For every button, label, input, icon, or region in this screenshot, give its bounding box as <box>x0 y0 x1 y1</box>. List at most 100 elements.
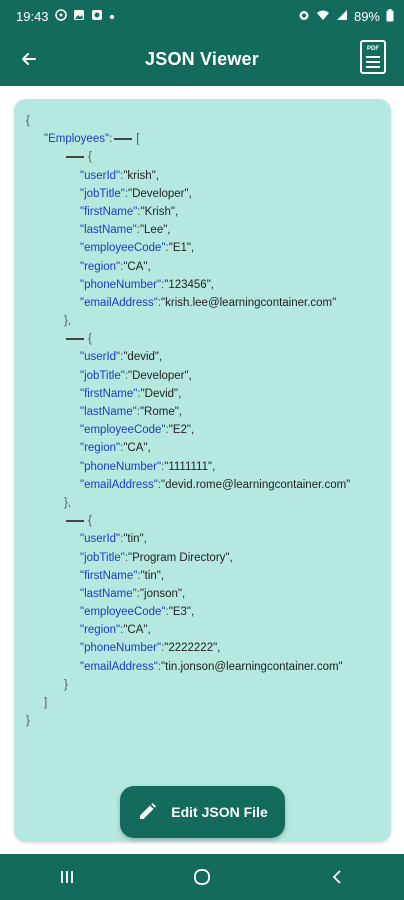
json-key: "firstName" <box>80 569 138 582</box>
status-bar: 19:43 89% <box>0 0 404 32</box>
json-value: "CA", <box>123 442 151 455</box>
json-value: "CA", <box>123 624 151 637</box>
json-field: "lastName":"jonson", <box>80 587 186 600</box>
collapse-toggle-icon[interactable] <box>66 520 84 523</box>
json-field: "region":"CA", <box>80 442 151 455</box>
collapse-toggle-icon[interactable] <box>66 156 84 159</box>
media-icon <box>91 9 103 23</box>
json-object-close: }, <box>64 315 72 328</box>
json-value: "Developer", <box>128 369 192 382</box>
json-key: "jobTitle" <box>80 551 125 564</box>
json-key: "emailAddress" <box>80 296 158 309</box>
json-field: "userId":"devid", <box>80 351 163 364</box>
json-value: "krish", <box>123 169 159 182</box>
gallery-icon <box>73 9 85 23</box>
export-pdf-button[interactable]: PDF <box>360 40 386 74</box>
json-field: "emailAddress":"krish.lee@learningcontai… <box>80 296 337 309</box>
json-value: "E2", <box>168 424 195 437</box>
json-field: "phoneNumber":"123456", <box>80 278 214 291</box>
json-viewer: { "Employees":[ {"userId":"krish", "jobTi… <box>26 112 350 730</box>
alarm-icon <box>298 9 310 23</box>
json-root-key-line: "Employees":[ <box>44 133 140 146</box>
json-root-key: "Employees" <box>44 133 110 146</box>
json-value: "Krish", <box>140 205 179 218</box>
employees-array: {"userId":"krish", "jobTitle":"Developer"… <box>26 148 350 694</box>
json-field: "region":"CA", <box>80 624 151 637</box>
json-field: "emailAddress":"devid.rome@learningconta… <box>80 478 351 491</box>
json-field: "firstName":"Krish", <box>80 205 179 218</box>
json-array-close: ] <box>44 697 48 709</box>
json-key: "phoneNumber" <box>80 642 162 655</box>
json-field: "firstName":"Devid", <box>80 387 182 400</box>
json-key: "firstName" <box>80 205 138 218</box>
json-field: "phoneNumber":"1111111", <box>80 460 216 473</box>
json-field: "emailAddress":"tin.jonson@learningconta… <box>80 660 343 673</box>
json-value: "2222222", <box>164 642 221 655</box>
json-key: "userId" <box>80 351 121 364</box>
wifi-icon <box>316 9 330 23</box>
json-key: "region" <box>80 260 121 273</box>
json-field: "jobTitle":"Program Directory", <box>80 551 233 564</box>
json-key: "employeeCode" <box>80 606 166 619</box>
edit-json-button-label: Edit JSON File <box>171 804 268 820</box>
json-value: "tin.jonson@learningcontainer.com" <box>161 660 343 673</box>
home-button[interactable] <box>182 857 222 897</box>
status-left: 19:43 <box>16 9 115 24</box>
pencil-icon <box>140 803 157 819</box>
json-object-open: { <box>26 512 350 530</box>
pdf-icon-line <box>366 56 380 58</box>
json-key: "phoneNumber" <box>80 278 162 291</box>
json-value: "Lee", <box>139 224 171 237</box>
json-field: "employeeCode":"E1", <box>80 242 195 255</box>
json-value: "Devid", <box>140 387 182 400</box>
battery-icon <box>386 8 394 24</box>
json-key: "emailAddress" <box>80 660 158 673</box>
json-open-brace: { <box>26 115 30 127</box>
nav-back-button[interactable] <box>317 857 357 897</box>
json-field: "jobTitle":"Developer", <box>80 369 192 382</box>
json-key: "jobTitle" <box>80 187 125 200</box>
status-right: 89% <box>298 8 394 24</box>
json-value: "E3", <box>168 606 195 619</box>
collapse-toggle-icon[interactable] <box>114 138 133 141</box>
json-key: "employeeCode" <box>80 424 166 437</box>
json-object-close: }, <box>64 496 72 509</box>
json-field: "lastName":"Rome", <box>80 406 182 418</box>
json-value: "jonson", <box>139 587 186 600</box>
pdf-icon-label: PDF <box>367 46 379 52</box>
json-close-brace: } <box>26 715 30 728</box>
json-key: "lastName" <box>80 406 137 418</box>
whatsapp-icon <box>54 9 67 23</box>
json-key: "employeeCode" <box>80 242 166 255</box>
app-bar: JSON Viewer PDF <box>0 32 404 86</box>
json-key: "lastName" <box>80 587 137 600</box>
json-key: "lastName" <box>80 224 137 237</box>
page-title: JSON Viewer <box>145 48 259 69</box>
nav-back-icon <box>332 870 341 884</box>
battery-percent: 89% <box>353 8 380 24</box>
json-value: "E1", <box>168 242 195 255</box>
json-field: "lastName":"Lee", <box>80 224 171 237</box>
json-field: "employeeCode":"E2", <box>80 424 195 437</box>
json-value: "tin", <box>140 569 165 582</box>
json-key: "userId" <box>80 533 121 546</box>
home-icon <box>194 869 210 885</box>
collapse-toggle-icon[interactable] <box>66 338 84 341</box>
json-object-close: } <box>64 678 68 691</box>
notification-dot-icon <box>109 10 115 22</box>
json-field: "jobTitle":"Developer", <box>80 187 192 200</box>
signal-icon <box>336 9 348 23</box>
json-key: "region" <box>80 442 121 455</box>
json-field: "region":"CA", <box>80 260 151 273</box>
json-key: "userId" <box>80 169 121 182</box>
json-value: "devid", <box>123 351 163 364</box>
json-value: "Developer", <box>128 187 192 200</box>
json-key: "firstName" <box>80 387 138 400</box>
json-value: "CA", <box>123 260 151 273</box>
recent-apps-button[interactable] <box>47 857 87 897</box>
json-value: "tin", <box>123 533 147 546</box>
edit-json-button[interactable]: Edit JSON File <box>120 786 285 838</box>
pdf-icon-line <box>366 66 380 68</box>
pdf-icon-line <box>366 61 380 63</box>
json-object-open: { <box>26 330 350 348</box>
